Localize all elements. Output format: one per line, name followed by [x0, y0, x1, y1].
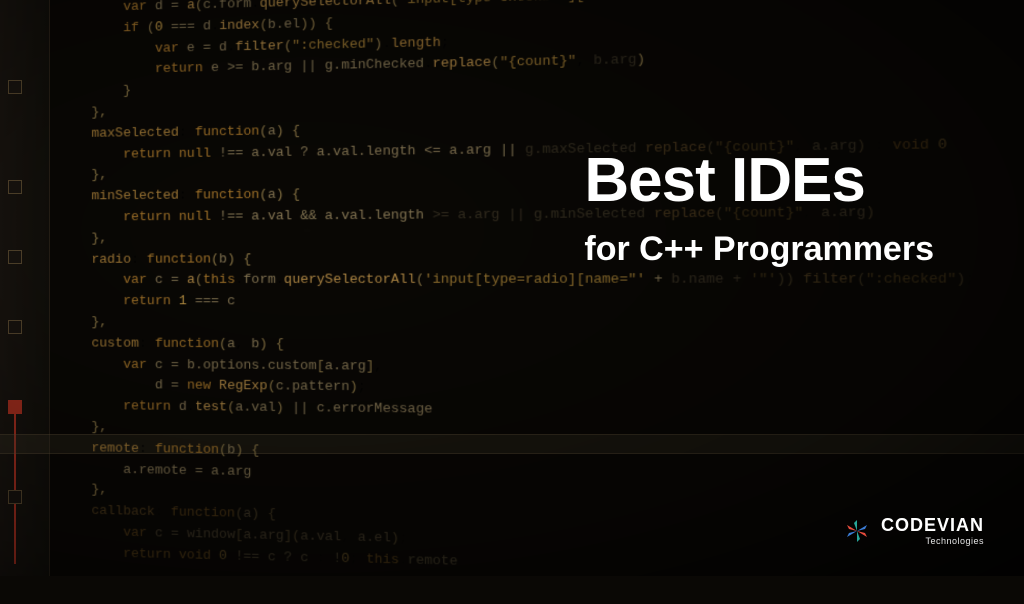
- code-line: return 1 === c: [60, 291, 1024, 314]
- title-main-text: Best IDEs: [584, 150, 934, 212]
- hero-title: Best IDEs for C++ Programmers: [584, 150, 934, 269]
- logo-mark-icon: [843, 517, 871, 545]
- logo-name-text: CODEVIAN: [881, 515, 984, 536]
- title-sub-text: for C++ Programmers: [584, 230, 934, 269]
- code-line: var c = a(this.form.querySelectorAll('in…: [60, 269, 1024, 292]
- code-editor-content: var d = a(c.form.querySelectorAll('input…: [0, 0, 1024, 604]
- logo-tagline-text: Technologies: [881, 536, 984, 546]
- brand-logo: CODEVIAN Technologies: [843, 515, 984, 546]
